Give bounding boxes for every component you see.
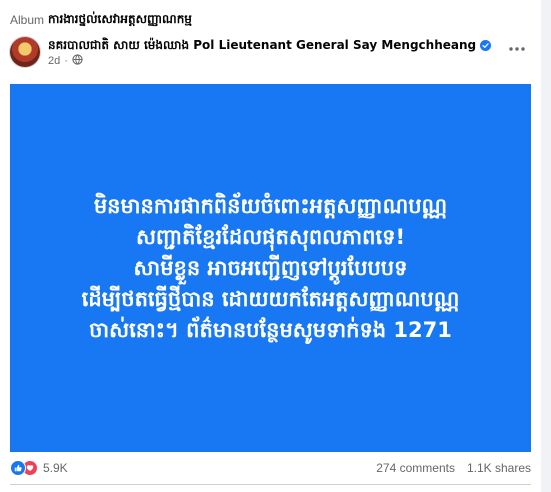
post-time[interactable]: 2d (48, 55, 60, 67)
comment-share-counts: 274 comments 1.1K shares (376, 461, 531, 475)
post-text-line: ចាស់នោះ។ ព័ត៌មានបន្ថែមសូមទាក់ទង 1271 (89, 317, 452, 342)
reactions-summary[interactable]: 5.9K (10, 460, 68, 476)
divider (10, 484, 531, 485)
post-meta: 2d · (48, 54, 83, 68)
shares-count[interactable]: 1.1K shares (467, 461, 531, 475)
like-icon (10, 460, 26, 476)
page-background-strip (541, 0, 551, 492)
globe-icon (72, 54, 83, 68)
post-text-panel[interactable]: មិនមានការផាកពិន័យចំពោះអត្តសញ្ញាណបណ្ណ សញ្… (10, 84, 531, 452)
more-options-icon[interactable] (507, 42, 527, 56)
post-text-line: សញ្ជាតិខ្មែរដែលផុតសុពលភាពទេ! (135, 224, 406, 249)
album-label: Album (10, 13, 45, 27)
post-text-line: សាមីខ្លួន អាចអញ្ជើញទៅប្តូរបែបបទ (133, 255, 408, 280)
page: Album ការងារថ្នល់សេវាអត្តសញ្ញាណកម្ម នគរប… (0, 0, 551, 492)
post-text-line: ដើម្បីថតធ្វើថ្មីបាន ដោយយកតែអត្តសញ្ញាណបណ្… (81, 286, 460, 311)
avatar[interactable] (10, 37, 40, 67)
post-card: Album ការងារថ្នល់សេវាអត្តសញ្ញាណកម្ម នគរប… (0, 0, 542, 492)
post-text-line: មិនមានការផាកពិន័យចំពោះអត្តសញ្ញាណបណ្ណ (93, 193, 448, 218)
comments-count[interactable]: 274 comments (376, 461, 455, 475)
album-header: Album ការងារថ្នល់សេវាអត្តសញ្ញាណកម្ម (10, 10, 192, 30)
verified-badge-icon (480, 40, 492, 51)
meta-separator: · (64, 55, 68, 67)
author-row: នគរបាលជាតិ សាយ ម៉េងឈាង Pol Lieutenant Ge… (48, 37, 492, 55)
author-name[interactable]: នគរបាលជាតិ សាយ ម៉េងឈាង Pol Lieutenant Ge… (48, 37, 476, 55)
album-title[interactable]: ការងារថ្នល់សេវាអត្តសញ្ញាណកម្ម (48, 11, 192, 29)
reaction-count: 5.9K (43, 461, 68, 475)
engagement-bar: 5.9K 274 comments 1.1K shares (10, 458, 531, 478)
